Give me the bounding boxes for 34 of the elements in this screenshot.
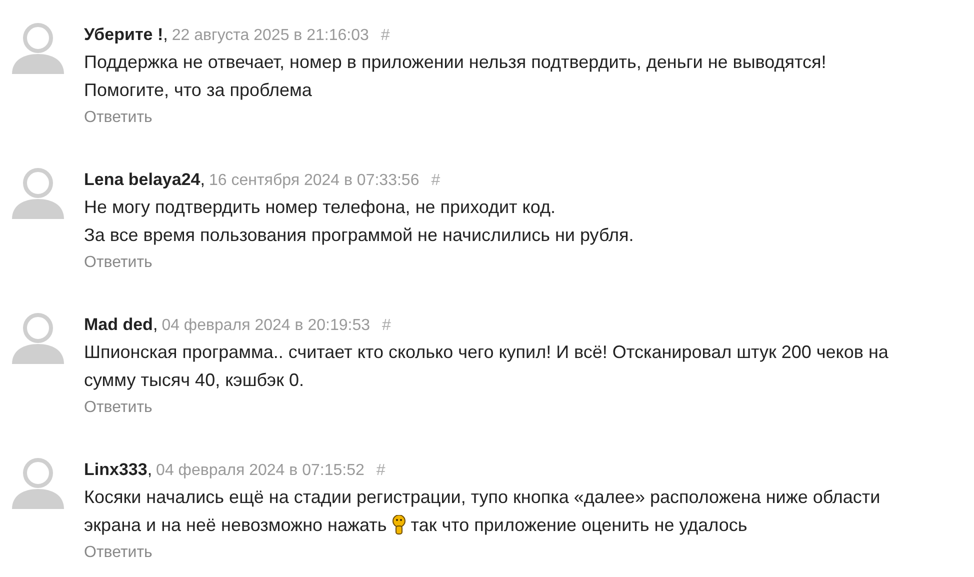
comment-text: Не могу подтвердить номер телефона, не приходит код. [84, 196, 556, 219]
comment-date: 16 сентября 2024 в 07:33:56 [208, 171, 420, 191]
author-name[interactable]: Mad ded [84, 312, 153, 338]
separator: , [152, 314, 158, 336]
author-name[interactable]: Уберите ! [84, 22, 164, 48]
avatar-icon [10, 22, 66, 74]
comment-text: Косяки начались ещё на стадии регистрации, тупо кнопка «далее» расположена ниже области [84, 486, 880, 509]
avatar-icon [10, 312, 66, 364]
separator: , [147, 459, 152, 481]
avatar-icon [10, 457, 66, 509]
reply-link[interactable]: Ответить [84, 396, 152, 420]
author-name[interactable]: Lena belaya24 [84, 167, 200, 192]
comment-date: 04 февраля 2024 в 20:19:53 [162, 316, 370, 336]
comment-text: Шпионская программа.. считает кто сколько чего купил! И всё! Отсканировал штук 200 чеков на [84, 341, 888, 364]
reply-link[interactable]: Ответить [84, 106, 152, 130]
comment-text: За все время пользования программой не начислились ни рубля. [84, 224, 634, 247]
permalink[interactable]: # [382, 314, 391, 338]
comment-text: экрана и на неё невозможно нажать [84, 514, 387, 537]
permalink[interactable]: # [431, 169, 440, 193]
comment-text: сумму тысяч 40, кэшбэк 0. [84, 369, 305, 392]
comment-text: Помогите, что за проблема [84, 79, 313, 102]
permalink[interactable]: # [380, 24, 390, 48]
author-name[interactable]: Linx333 [84, 457, 148, 482]
comment-text: так что приложение оценить не удалось [410, 514, 748, 537]
comment-text: Поддержка не отвечает, номер в приложении нельзя подтвердить, деньги не выводятся! [84, 51, 826, 74]
permalink[interactable]: # [376, 459, 386, 483]
avatar-icon [10, 167, 66, 219]
separator: , [163, 24, 168, 46]
separator: , [200, 169, 205, 191]
comment-date: 04 февраля 2024 в 07:15:52 [156, 461, 364, 481]
reply-link[interactable]: Ответить [84, 541, 152, 565]
reply-link[interactable]: Ответить [84, 251, 152, 275]
emoji-icon [392, 515, 406, 535]
comment-date: 22 августа 2025 в 21:16:03 [172, 26, 369, 46]
